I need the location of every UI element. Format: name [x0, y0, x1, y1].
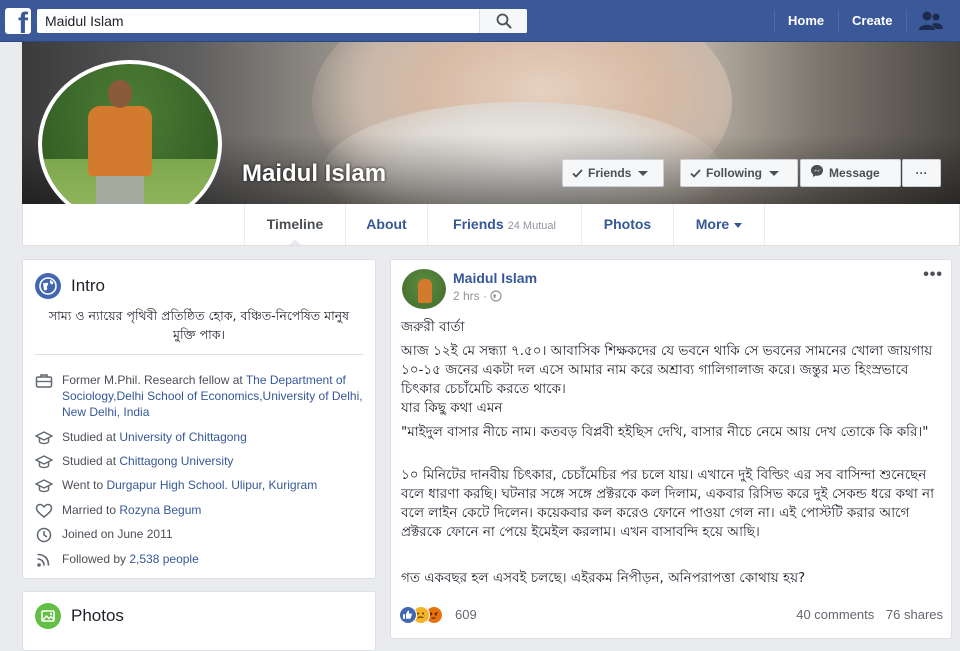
avatar-person-head	[108, 80, 132, 108]
tab-timeline-label: Timeline	[266, 216, 324, 232]
intro-followers-prefix: Followed by	[62, 552, 130, 566]
profile-tabs: Timeline About Friends 24 Mutual Photos M…	[22, 204, 960, 246]
intro-edu2-link[interactable]: Chittagong University	[119, 454, 233, 468]
intro-followers: Followed by 2,538 people	[35, 551, 365, 569]
messenger-icon	[810, 161, 824, 187]
intro-divider	[35, 354, 363, 355]
nav-divider	[774, 10, 775, 32]
post-card: Maidul Islam 2 hrs · ••• জরুরী বার্তা আজ…	[390, 259, 952, 639]
photos-title[interactable]: Photos	[71, 606, 124, 626]
message-button-label: Message	[829, 166, 880, 180]
rss-icon	[35, 552, 53, 572]
intro-spouse-link[interactable]: Rozyna Begum	[119, 503, 201, 517]
chevron-down-icon	[638, 171, 649, 177]
intro-education-2: Studied at Chittagong University	[34, 453, 365, 474]
nav-divider	[838, 10, 839, 32]
tab-timeline[interactable]: Timeline	[244, 204, 345, 245]
mutual-friends-count: 24 Mutual	[507, 220, 556, 232]
graduation-cap-icon	[34, 454, 54, 474]
intro-work: Former M.Phil. Research fellow at The De…	[35, 372, 365, 422]
search-input[interactable]	[37, 9, 477, 33]
comments-count-link[interactable]: 40 comments	[796, 607, 874, 622]
intro-edu1-prefix: Studied at	[62, 430, 120, 444]
reactions-count[interactable]: 609	[455, 607, 477, 622]
intro-followers-link[interactable]: 2,538 people	[129, 552, 198, 566]
heart-icon	[35, 503, 53, 523]
graduation-cap-icon	[34, 430, 54, 450]
search-box	[37, 9, 527, 33]
facebook-logo-icon[interactable]: f	[5, 8, 31, 34]
profile-name[interactable]: Maidul Islam	[242, 160, 386, 188]
globe-icon	[490, 290, 502, 305]
intro-joined: Joined on June 2011	[35, 526, 365, 544]
shares-count-link[interactable]: 76 shares	[886, 607, 943, 622]
more-options-button[interactable]: ···	[902, 159, 941, 187]
check-icon	[572, 161, 583, 187]
intro-work-prefix: Former M.Phil. Research fellow at	[62, 373, 246, 387]
post-paragraph: গত একবছর হল এসবই চলছে। এইরকম নিপীড়ন, অন…	[401, 570, 806, 586]
check-icon	[690, 161, 701, 187]
intro-school: Went to Durgapur High School. Ulipur, Ku…	[34, 477, 365, 498]
avatar-person-shirt	[88, 106, 152, 176]
briefcase-icon	[35, 373, 53, 393]
post-quote: "মাইদুল বাসার নীচে নাম। কতবড় বিপ্লবী হই…	[401, 424, 929, 440]
post-paragraph: ১০ মিনিটের দানবীয় চিৎকার, চেচাঁমেচির পর…	[401, 467, 935, 540]
tab-more-label: More	[695, 216, 730, 232]
more-options-label: ···	[915, 166, 928, 180]
post-avatar-person	[418, 279, 432, 303]
post-stats: 40 comments 76 shares	[796, 607, 943, 622]
search-button[interactable]	[479, 9, 527, 33]
tab-friends-label: Friends	[453, 216, 504, 232]
intro-education-1: Studied at University of Chittagong	[34, 429, 365, 450]
tab-photos[interactable]: Photos	[581, 204, 673, 245]
profile-avatar[interactable]	[38, 60, 222, 228]
tab-photos-label: Photos	[603, 216, 652, 232]
following-button-label: Following	[706, 166, 762, 180]
intro-card: Intro সাম্য ও ন্যায়ের পৃথিবী প্রতিষ্ঠিত…	[22, 259, 376, 579]
photos-card: Photos	[22, 591, 376, 651]
tab-about-label: About	[366, 216, 407, 232]
post-author-name[interactable]: Maidul Islam	[453, 270, 537, 286]
post-time-text: 2 hrs ·	[453, 289, 491, 303]
post-author-avatar[interactable]	[402, 269, 446, 309]
nav-create-link[interactable]: Create	[852, 0, 892, 42]
chevron-down-icon	[769, 171, 779, 177]
post-heading: জরুরী বার্তা	[401, 319, 465, 335]
intro-bio: সাম্য ও ন্যায়ের পৃথিবী প্রতিষ্ঠিত হোক, …	[48, 308, 350, 342]
intro-school-link[interactable]: Durgapur High School. Ulipur, Kurigram	[106, 478, 317, 492]
post-paragraph: যার কিছু কথা এমন	[401, 400, 503, 416]
tab-friends[interactable]: Friends 24 Mutual	[427, 204, 581, 245]
friends-button[interactable]: Friends	[562, 159, 664, 187]
chevron-down-icon	[734, 222, 743, 228]
post-timestamp[interactable]: 2 hrs ·	[453, 289, 502, 305]
intro-relationship: Married to Rozyna Begum	[35, 502, 365, 520]
nav-divider	[906, 10, 907, 32]
following-button[interactable]: Following	[680, 159, 798, 187]
clock-icon	[35, 527, 53, 547]
tab-about[interactable]: About	[345, 204, 427, 245]
intro-title: Intro	[71, 276, 106, 295]
top-bar: f Home Create	[0, 0, 960, 42]
message-button[interactable]: Message	[800, 159, 901, 187]
intro-edu2-prefix: Studied at	[62, 454, 120, 468]
post-options-button[interactable]: •••	[923, 266, 943, 284]
intro-relationship-prefix: Married to	[62, 503, 120, 517]
photo-icon	[35, 603, 61, 629]
nav-home-link[interactable]: Home	[788, 0, 824, 42]
like-reaction-icon	[399, 606, 417, 624]
intro-school-prefix: Went to	[62, 478, 107, 492]
intro-joined-text: Joined on June 2011	[62, 527, 173, 541]
globe-icon	[35, 273, 61, 299]
friends-button-label: Friends	[588, 166, 632, 180]
post-paragraph: আজ ১২ই মে সন্ধ্যা ৭.৫০। আবাসিক শিক্ষকদের…	[401, 343, 933, 397]
intro-edu1-link[interactable]: University of Chittagong	[119, 430, 246, 444]
friend-requests-icon[interactable]	[918, 10, 944, 35]
graduation-cap-icon	[34, 478, 54, 498]
tab-more[interactable]: More	[673, 204, 765, 245]
